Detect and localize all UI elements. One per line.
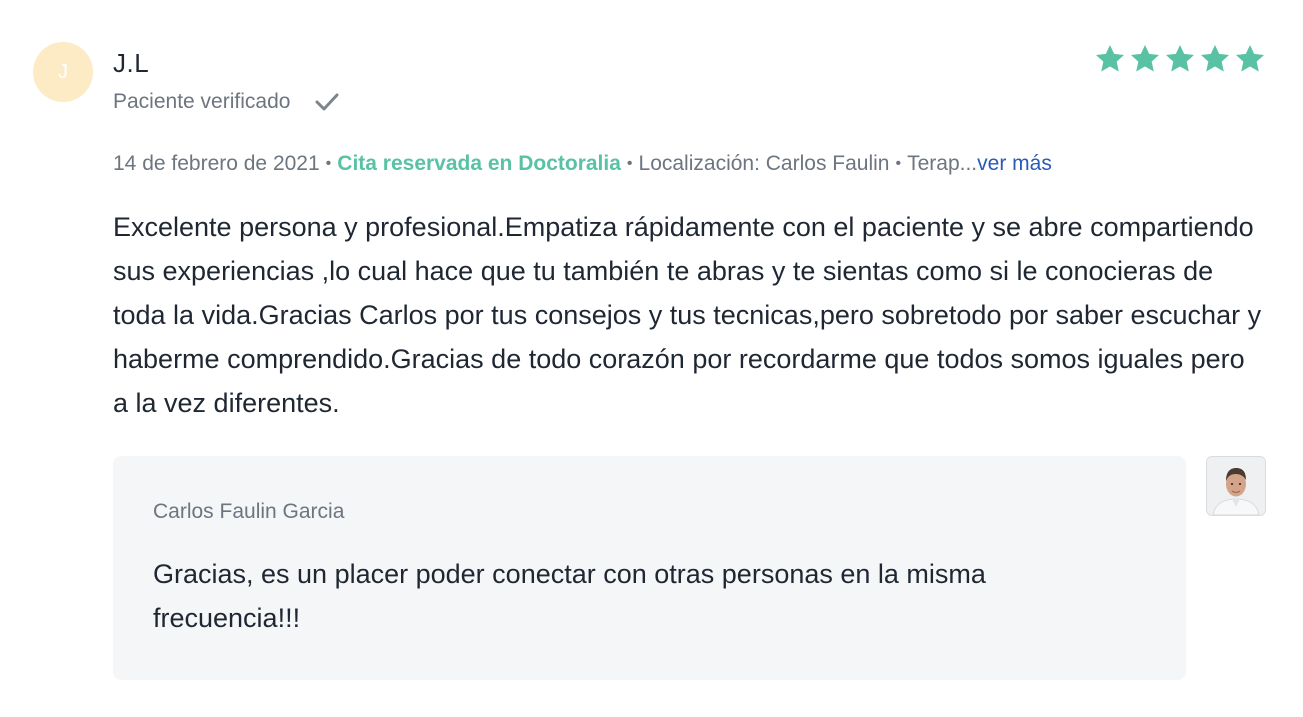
verified-label: Paciente verificado bbox=[113, 90, 291, 113]
booked-label: Cita reservada en Doctoralia bbox=[337, 152, 621, 175]
see-more-link[interactable]: ver más bbox=[977, 152, 1052, 175]
review-meta: 14 de febrero de 2021 • Cita reservada en … bbox=[113, 152, 1052, 176]
star-icon bbox=[1164, 43, 1196, 75]
separator-dot: • bbox=[626, 155, 633, 172]
service-label: Terap... bbox=[907, 152, 978, 175]
star-icon bbox=[1129, 43, 1161, 75]
star-icon bbox=[1094, 43, 1126, 75]
rating-stars bbox=[1094, 43, 1266, 75]
doctor-avatar bbox=[1206, 456, 1266, 516]
star-icon bbox=[1234, 43, 1266, 75]
separator-dot: • bbox=[895, 155, 902, 172]
location-label: Localización: Carlos Faulin bbox=[638, 152, 890, 175]
review-card: J J.L Paciente verificado 14 de febrero … bbox=[0, 0, 1303, 717]
avatar-initial: J bbox=[58, 60, 68, 83]
review-text: Excelente persona y profesional.Empatiza… bbox=[113, 212, 1262, 418]
reply-text: Gracias, es un placer poder conectar con… bbox=[153, 559, 986, 633]
author-name: J.L bbox=[113, 48, 150, 78]
star-icon bbox=[1199, 43, 1231, 75]
verified-row: Paciente verificado bbox=[113, 90, 340, 114]
avatar: J bbox=[33, 42, 93, 102]
reply-author: Carlos Faulin Garcia bbox=[153, 500, 345, 523]
check-icon bbox=[314, 91, 340, 113]
review-date: 14 de febrero de 2021 bbox=[113, 152, 320, 175]
separator-dot: • bbox=[325, 155, 332, 172]
doctor-reply: Carlos Faulin Garcia Gracias, es un plac… bbox=[113, 456, 1186, 680]
